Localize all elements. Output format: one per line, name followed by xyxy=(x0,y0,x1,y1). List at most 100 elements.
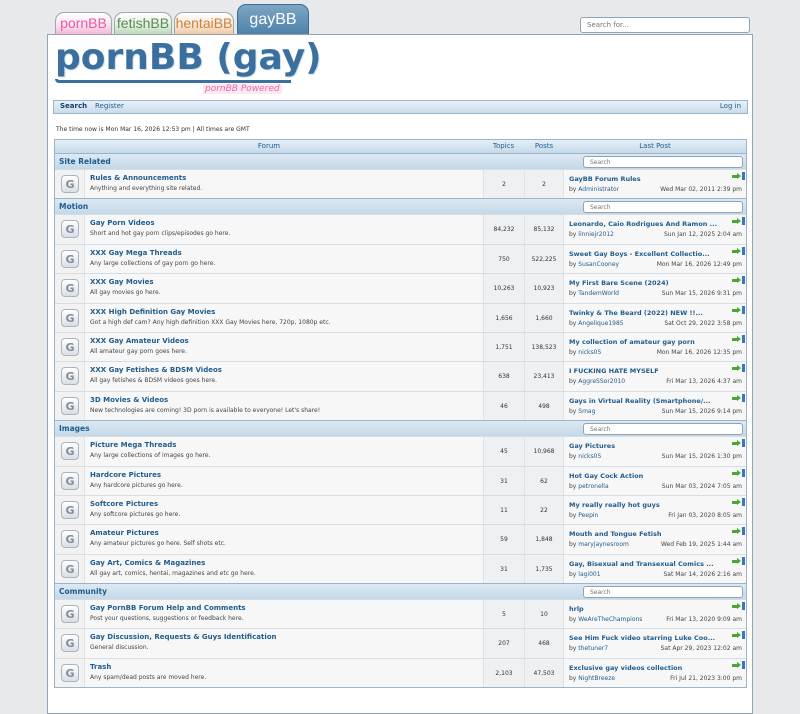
last-post-cell: GayBB Forum Rules by Administrator Wed Mar… xyxy=(564,170,746,199)
category-title[interactable]: Images xyxy=(59,424,90,433)
goto-last-post-icon[interactable] xyxy=(732,305,745,314)
category-search-input[interactable] xyxy=(583,156,743,168)
forum-name-link[interactable]: XXX High Definition Gay Movies xyxy=(90,308,215,316)
last-post-date: Fri Mar 13, 2026 4:37 am xyxy=(666,378,742,386)
goto-last-post-icon[interactable] xyxy=(732,527,745,536)
goto-last-post-icon[interactable] xyxy=(732,393,745,402)
last-post-title-link[interactable]: Gay, Bisexual and Transexual Comics ... xyxy=(569,560,714,568)
last-post-user-link[interactable]: nicks05 xyxy=(578,349,601,356)
last-post-title-link[interactable]: Mouth and Tongue Fetish xyxy=(569,530,662,538)
last-post-title-link[interactable]: My collection of amateur gay porn xyxy=(569,338,695,346)
last-post-user-link[interactable]: linniejr2012 xyxy=(578,231,614,238)
last-post-user-link[interactable]: thetuner7 xyxy=(578,645,608,652)
goto-last-post-icon[interactable] xyxy=(732,631,745,640)
forum-description: Any amateur pictures go here. Self shots… xyxy=(90,540,226,548)
last-post-author: by nicks05 xyxy=(569,453,602,461)
last-post-user-link[interactable]: petronella xyxy=(578,483,608,490)
category-search-input[interactable] xyxy=(583,201,743,214)
forum-row: G Hardcore Pictures Any hardcore pictures … xyxy=(55,465,746,495)
last-post-cell: My collection of amateur gay porn by nick… xyxy=(564,332,746,362)
last-post-user-link[interactable]: SusanCooney xyxy=(578,261,619,268)
last-post-title-link[interactable]: hrlp xyxy=(569,605,584,613)
site-logo[interactable]: pornBB (gay) pornBB Powered xyxy=(55,37,322,99)
forum-name-link[interactable]: Picture Mega Threads xyxy=(90,441,176,449)
goto-last-post-icon[interactable] xyxy=(732,439,745,448)
forum-name-link[interactable]: XXX Gay Amateur Videos xyxy=(90,337,189,345)
last-post-title-link[interactable]: Twinky & The Beard (2022) NEW !!... xyxy=(569,309,703,317)
last-post-date: Fri Mar 13, 2020 9:09 am xyxy=(666,616,742,624)
forum-name-link[interactable]: Rules & Announcements xyxy=(90,174,186,182)
goto-last-post-icon[interactable] xyxy=(732,660,745,669)
forum-name-link[interactable]: Gay Porn Videos xyxy=(90,219,155,227)
tab-hentaibb[interactable]: hentaiBB xyxy=(174,12,234,34)
nav-login-link[interactable]: Log in xyxy=(720,102,741,110)
last-post-user-link[interactable]: AggreSSor2010 xyxy=(578,378,625,385)
goto-last-post-icon[interactable] xyxy=(732,468,745,477)
forum-icon-cell: G xyxy=(55,495,85,525)
goto-last-post-icon[interactable] xyxy=(732,217,745,226)
last-post-title-link[interactable]: My First Bare Scene (2024) xyxy=(569,279,669,287)
tab-gaybb[interactable]: gayBB xyxy=(237,4,309,34)
header-forum: Forum xyxy=(257,142,281,150)
last-post-title-link[interactable]: My really really hot guys xyxy=(569,501,660,509)
last-post-title-link[interactable]: Leonardo, Caio Rodrigues And Ramon ... xyxy=(569,220,717,228)
goto-last-post-icon[interactable] xyxy=(732,602,745,611)
last-post-title-link[interactable]: Gays in Virtual Reality (Smartphone/... xyxy=(569,397,711,405)
goto-last-post-icon[interactable] xyxy=(732,556,745,565)
tab-fetishbb[interactable]: fetishBB xyxy=(114,12,172,34)
last-post-cell: Exclusive gay videos collection by NightB… xyxy=(564,658,746,688)
tab-pornbb[interactable]: pornBB xyxy=(55,12,112,34)
nav-search-link[interactable]: Search xyxy=(60,102,87,110)
category-search-input[interactable] xyxy=(583,586,743,599)
forum-name-link[interactable]: Softcore Pictures xyxy=(90,500,158,508)
last-post-user-link[interactable]: maryjaynesroom xyxy=(578,541,629,548)
forum-name-link[interactable]: Gay PornBB Forum Help and Comments xyxy=(90,604,246,612)
category-header: Site Related xyxy=(55,153,746,169)
forum-name-link[interactable]: Hardcore Pictures xyxy=(90,471,161,479)
category-title[interactable]: Site Related xyxy=(59,157,111,166)
last-post-user-link[interactable]: NightBreeze xyxy=(578,675,615,682)
last-post-user-link[interactable]: Peepin xyxy=(578,512,598,519)
last-post-date: Sun Mar 15, 2026 9:14 pm xyxy=(661,407,742,415)
last-post-user-link[interactable]: Smag xyxy=(578,408,595,415)
category-search-input[interactable] xyxy=(583,423,743,436)
last-post-user-link[interactable]: nicks05 xyxy=(578,453,601,460)
site-search-input[interactable] xyxy=(580,17,750,33)
forum-posts-count: 2 xyxy=(524,170,564,199)
last-post-title-link[interactable]: I FUCKING HATE MYSELF xyxy=(569,367,659,375)
goto-last-post-icon[interactable] xyxy=(732,334,745,343)
last-post-date: Wed Mar 02, 2011 2:39 pm xyxy=(660,186,742,193)
forum-description: All gay movies go here. xyxy=(90,289,161,297)
goto-last-post-icon[interactable] xyxy=(732,276,745,285)
last-post-title-link[interactable]: Exclusive gay videos collection xyxy=(569,664,682,672)
last-post-author: by NightBreeze xyxy=(569,674,616,682)
last-post-title-link[interactable]: See Him Fuck video starring Luke Coo... xyxy=(569,634,715,642)
category-title[interactable]: Community xyxy=(59,587,107,596)
forum-name-link[interactable]: Trash xyxy=(90,663,111,671)
nav-register-link[interactable]: Register xyxy=(95,102,124,110)
last-post-date: Sat Mar 14, 2026 2:16 am xyxy=(663,570,742,578)
forum-name-link[interactable]: Amateur Pictures xyxy=(90,529,159,537)
goto-last-post-icon[interactable] xyxy=(732,364,745,373)
last-post-title-link[interactable]: GayBB Forum Rules xyxy=(569,175,641,183)
last-post-user-link[interactable]: lagi001 xyxy=(578,571,600,578)
last-post-cell: Mouth and Tongue Fetish by maryjaynesroom… xyxy=(564,525,746,554)
forum-name-link[interactable]: XXX Gay Fetishes & BDSM Videos xyxy=(90,366,222,374)
goto-last-post-icon[interactable] xyxy=(732,172,745,180)
forum-name-link[interactable]: Gay Discussion, Requests & Guys Identifi… xyxy=(90,633,277,641)
forum-name-link[interactable]: 3D Movies & Videos xyxy=(90,396,168,404)
last-post-user-link[interactable]: Angelique1985 xyxy=(578,320,623,327)
last-post-user-link[interactable]: TandemWorld xyxy=(578,290,619,297)
category-title[interactable]: Motion xyxy=(59,202,88,211)
forum-name-link[interactable]: XXX Gay Mega Threads xyxy=(90,249,182,257)
forum-name-link[interactable]: XXX Gay Movies xyxy=(90,278,154,286)
forum-folder-icon: G xyxy=(61,530,79,549)
last-post-title-link[interactable]: Gay Pictures xyxy=(569,442,615,450)
last-post-user-link[interactable]: Administrator xyxy=(578,186,619,193)
goto-last-post-icon[interactable] xyxy=(732,497,745,506)
forum-name-link[interactable]: Gay Art, Comics & Magazines xyxy=(90,559,205,567)
last-post-user-link[interactable]: WeAreTheChampions xyxy=(578,616,642,623)
goto-last-post-icon[interactable] xyxy=(732,246,745,255)
last-post-title-link[interactable]: Hot Gay Cock Action xyxy=(569,472,643,480)
last-post-title-link[interactable]: Sweet Gay Boys - Excellent Collectio... xyxy=(569,250,710,258)
